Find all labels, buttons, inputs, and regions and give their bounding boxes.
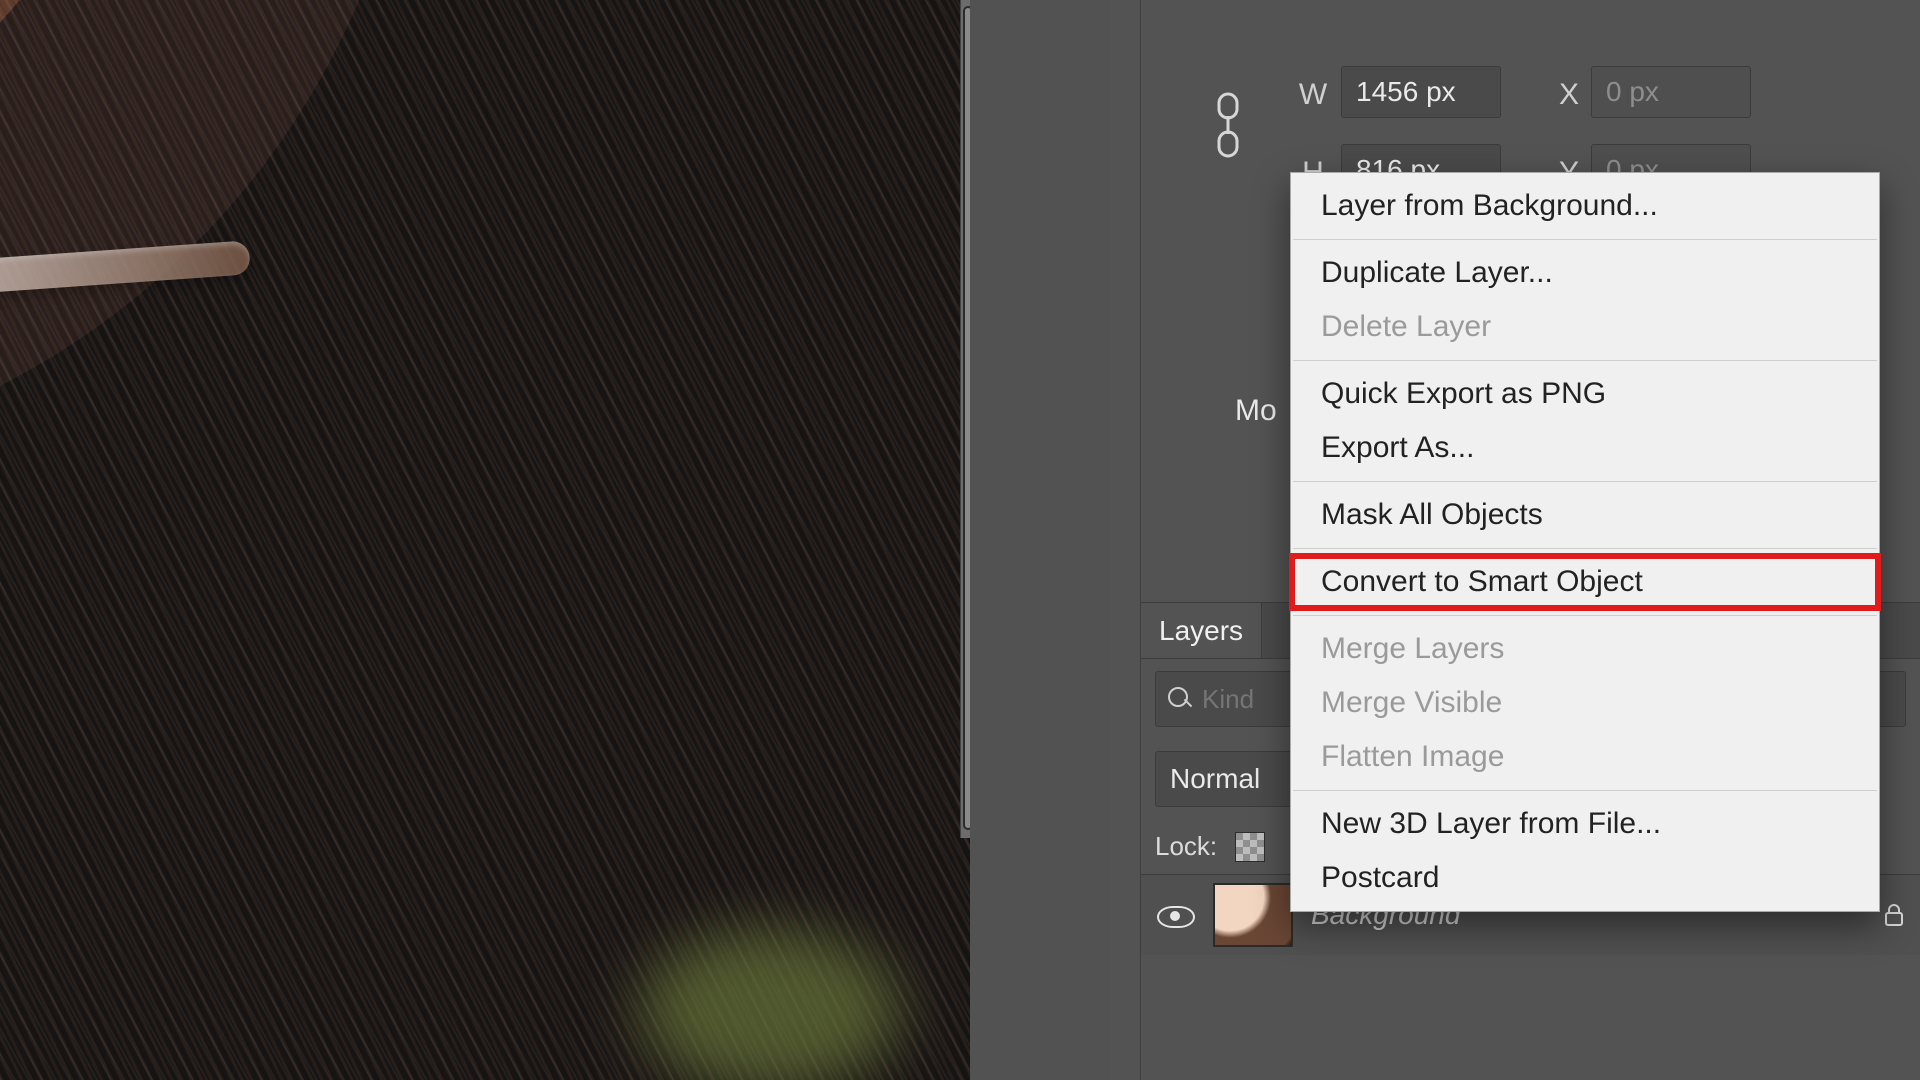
- menu-item-quick-export-as-png[interactable]: Quick Export as PNG: [1291, 367, 1879, 421]
- tab-layers[interactable]: Layers: [1141, 603, 1262, 658]
- lock-icon: [1880, 901, 1908, 929]
- menu-separator: [1293, 481, 1877, 482]
- menu-item-duplicate-layer[interactable]: Duplicate Layer...: [1291, 246, 1879, 300]
- menu-separator: [1293, 790, 1877, 791]
- link-dimensions-icon[interactable]: [1207, 90, 1249, 160]
- document-image: [0, 0, 970, 1080]
- menu-separator: [1293, 548, 1877, 549]
- x-input: [1591, 66, 1751, 118]
- menu-item-postcard[interactable]: Postcard: [1291, 851, 1879, 905]
- layer-context-menu[interactable]: Layer from Background... Duplicate Layer.…: [1290, 172, 1880, 912]
- menu-item-merge-visible: Merge Visible: [1291, 676, 1879, 730]
- menu-item-mask-all-objects[interactable]: Mask All Objects: [1291, 488, 1879, 542]
- menu-item-flatten-image: Flatten Image: [1291, 730, 1879, 784]
- blend-mode-value: Normal: [1170, 763, 1260, 795]
- menu-separator: [1293, 360, 1877, 361]
- layer-thumbnail[interactable]: [1213, 883, 1293, 947]
- menu-item-new-3d-layer-from-file[interactable]: New 3D Layer from File...: [1291, 797, 1879, 851]
- x-label: X: [1549, 78, 1589, 112]
- menu-item-convert-to-smart-object[interactable]: Convert to Smart Object: [1291, 555, 1879, 609]
- menu-separator: [1293, 615, 1877, 616]
- app-root: Canvas W X H: [0, 0, 1920, 1080]
- document-canvas[interactable]: [0, 0, 970, 1080]
- canvas-scrollbar[interactable]: [960, 0, 970, 838]
- mode-label-fragment: Mo: [1235, 394, 1277, 428]
- lock-transparency-icon[interactable]: [1235, 832, 1265, 862]
- width-input[interactable]: [1341, 66, 1501, 118]
- menu-separator: [1293, 239, 1877, 240]
- search-icon: [1166, 685, 1194, 713]
- lock-label: Lock:: [1155, 831, 1217, 862]
- menu-item-layer-from-background[interactable]: Layer from Background...: [1291, 179, 1879, 233]
- width-label: W: [1293, 78, 1333, 112]
- menu-item-export-as[interactable]: Export As...: [1291, 421, 1879, 475]
- visibility-toggle-icon[interactable]: [1153, 894, 1195, 936]
- menu-item-delete-layer: Delete Layer: [1291, 300, 1879, 354]
- menu-item-merge-layers: Merge Layers: [1291, 622, 1879, 676]
- scrollbar-thumb[interactable]: [963, 6, 970, 830]
